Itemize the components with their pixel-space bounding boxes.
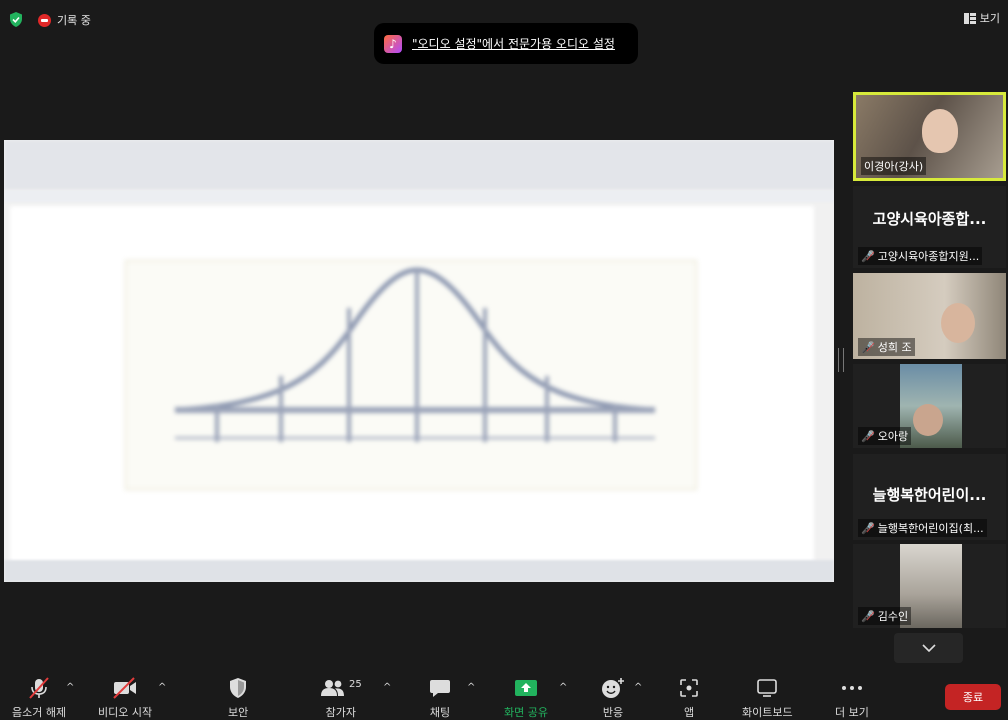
shared-app-toolbar <box>4 140 834 190</box>
apps-icon <box>680 679 698 697</box>
recording-label: 기록 중 <box>57 14 91 27</box>
participant-name: 🎤̸ 늘행복한어린이집(최... <box>858 519 987 537</box>
mic-muted-icon: 🎤̸ <box>861 429 875 443</box>
share-options-caret[interactable]: ^ <box>559 682 567 693</box>
mic-muted-icon: 🎤̸ <box>861 609 875 623</box>
participant-big-name: 고양시육아종합... <box>872 210 987 228</box>
notice-link[interactable]: "오디오 설정"에서 전문가용 오디오 설정 <box>412 35 615 52</box>
participant-name: 🎤̸ 오아랑 <box>858 427 912 445</box>
participant-face <box>913 404 943 436</box>
participant-big-name: 늘행복한어린이... <box>872 486 987 504</box>
reactions-button[interactable]: 반응 <box>601 676 625 720</box>
share-screen-icon <box>514 680 537 696</box>
share-screen-button[interactable]: 화면 공유 <box>504 676 548 720</box>
view-button[interactable]: 보기 <box>963 10 1000 26</box>
participant-tile-active-speaker[interactable]: 이경아(강사) <box>853 92 1006 181</box>
chat-options-caret[interactable]: ^ <box>467 682 475 693</box>
participant-tile[interactable]: 🎤̸ 오아랑 <box>853 364 1006 448</box>
participant-tile-no-video[interactable]: 늘행복한어린이... 🎤̸ 늘행복한어린이집(최... <box>853 454 1006 540</box>
speaker-face <box>922 109 958 153</box>
participant-tile[interactable]: 🎤̸ 성희 조 <box>853 273 1006 359</box>
chat-bubble-icon <box>430 680 450 697</box>
participant-tile-no-video[interactable]: 고양시육아종합... 🎤̸ 고양시육아종합지원... <box>853 186 1006 268</box>
participants-options-caret[interactable]: ^ <box>383 682 391 693</box>
meeting-toolbar: 음소거 해제 ^ 비디오 시작 ^ 보안 25 참가자 ^ 채팅 ^ 화면 공유… <box>0 676 1008 719</box>
participant-name: 이경아(강사) <box>861 157 927 175</box>
view-layout-icon <box>963 12 976 24</box>
participant-face <box>941 303 975 343</box>
mic-muted-icon: 🎤̸ <box>861 249 875 263</box>
shield-icon <box>230 678 247 698</box>
view-label: 보기 <box>979 12 1000 25</box>
video-off-icon <box>113 677 137 699</box>
mic-muted-icon: 🎤̸ <box>861 521 875 535</box>
recording-icon <box>38 13 51 27</box>
chevron-down-icon <box>921 644 936 652</box>
apps-button[interactable]: 앱 <box>679 676 699 720</box>
audio-settings-notice[interactable]: ♪ "오디오 설정"에서 전문가용 오디오 설정 <box>374 23 638 64</box>
reactions-options-caret[interactable]: ^ <box>634 682 642 693</box>
whiteboard-button[interactable]: 화이트보드 <box>742 676 793 720</box>
more-dots-icon <box>841 686 862 690</box>
audio-options-caret[interactable]: ^ <box>66 682 74 693</box>
recording-indicator[interactable]: 기록 중 <box>38 12 91 28</box>
shared-app-ruler <box>4 190 834 202</box>
start-video-button[interactable]: 비디오 시작 <box>98 676 152 720</box>
participant-gallery: 이경아(강사) 고양시육아종합... 🎤̸ 고양시육아종합지원... 🎤̸ 성희 조… <box>850 92 1008 672</box>
participants-button[interactable]: 25 참가자 <box>320 676 362 720</box>
panel-resize-handle[interactable] <box>838 348 844 372</box>
participants-icon <box>321 680 344 696</box>
participant-count: 25 <box>349 678 362 690</box>
unmute-button[interactable]: 음소거 해제 <box>12 676 66 720</box>
more-button[interactable]: 더 보기 <box>835 676 869 720</box>
shared-app-statusbar <box>4 560 834 582</box>
scroll-participants-down-button[interactable] <box>894 633 963 663</box>
security-button[interactable]: 보안 <box>228 676 248 720</box>
normal-curve-figure <box>174 267 656 442</box>
music-note-icon: ♪ <box>384 34 402 53</box>
mic-muted-icon: 🎤̸ <box>861 340 875 354</box>
mic-muted-icon <box>29 677 49 699</box>
smiley-plus-icon <box>602 678 624 698</box>
whiteboard-icon <box>757 679 778 697</box>
chat-button[interactable]: 채팅 <box>429 676 451 720</box>
security-shield-icon[interactable] <box>9 12 23 27</box>
video-options-caret[interactable]: ^ <box>158 682 166 693</box>
participant-name: 🎤̸ 고양시육아종합지원... <box>858 247 983 265</box>
participant-name: 🎤̸ 김수인 <box>858 607 912 625</box>
participant-tile[interactable]: 🎤̸ 김수인 <box>853 544 1006 628</box>
end-meeting-button[interactable]: 종료 <box>945 684 1001 710</box>
participant-name: 🎤̸ 성희 조 <box>858 338 915 356</box>
